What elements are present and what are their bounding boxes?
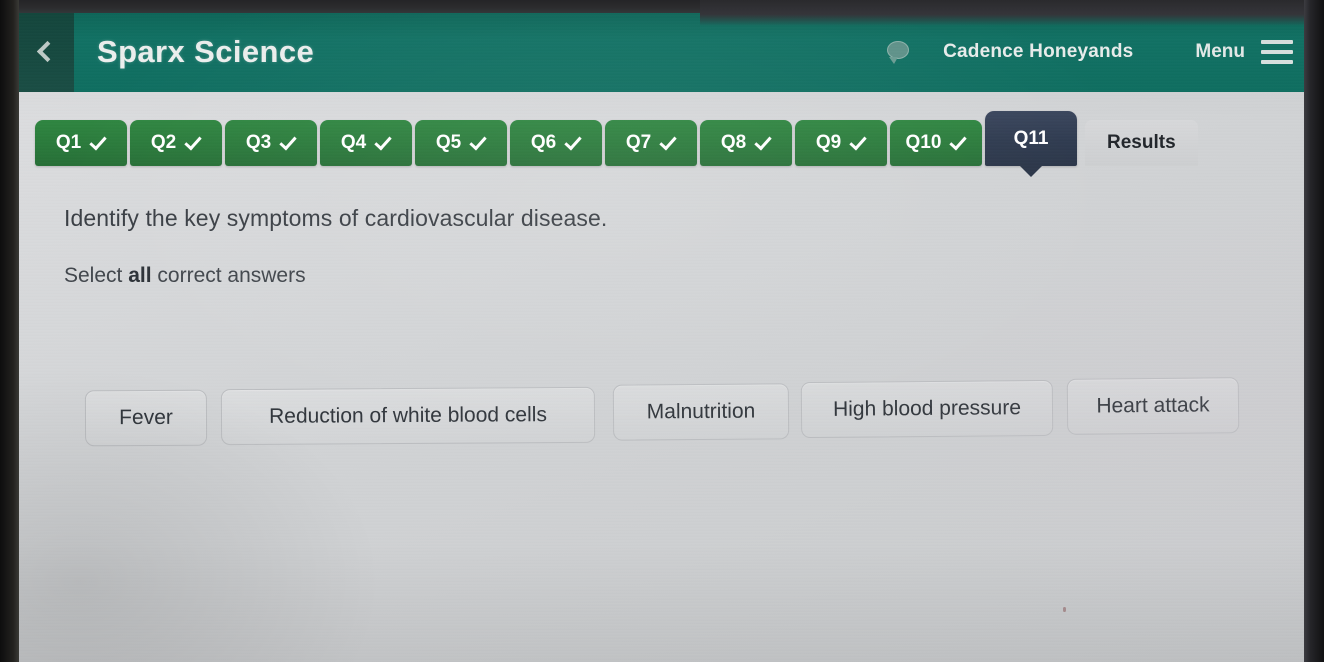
question-tab-label: Q9	[815, 132, 842, 153]
header-actions: Cadence Honeyands Menu	[885, 11, 1308, 92]
app-screen: Sparx Science Cadence Honeyands Menu Q1 Q…	[16, 11, 1308, 662]
answer-option[interactable]: Fever	[84, 389, 208, 447]
answer-option[interactable]: Reduction of white blood cells	[220, 386, 596, 446]
question-tab-q2[interactable]: Q2	[130, 120, 222, 166]
question-tab-q6[interactable]: Q6	[510, 120, 602, 166]
check-icon	[89, 132, 107, 150]
check-icon	[659, 132, 677, 150]
question-tab-label: Q11	[1013, 127, 1049, 149]
check-icon	[469, 132, 487, 150]
app-header: Sparx Science Cadence Honeyands Menu	[16, 11, 1308, 92]
question-tab-q7[interactable]: Q7	[605, 120, 697, 166]
active-tab-pointer	[1019, 165, 1043, 177]
select-instruction: Select all correct answers	[64, 264, 306, 288]
chevron-left-icon	[36, 40, 59, 63]
check-icon	[849, 132, 867, 150]
question-tab-label: Q2	[150, 132, 177, 153]
menu-button-label[interactable]: Menu	[1195, 41, 1245, 63]
question-tab-q3[interactable]: Q3	[225, 120, 317, 166]
photographed-screen: Sparx Science Cadence Honeyands Menu Q1 Q…	[0, 0, 1324, 662]
check-icon	[374, 132, 392, 150]
question-tab-strip: Q1 Q2 Q3 Q4 Q5 Q6 Q7 Q8 Q9 Q10 Q11 Results	[35, 111, 1198, 177]
page-title: Sparx Science	[97, 33, 315, 69]
question-tab-label: Q1	[55, 132, 82, 153]
question-tab-label: Q4	[340, 132, 367, 153]
question-tab-q10[interactable]: Q10	[890, 120, 982, 166]
back-button[interactable]	[16, 11, 74, 92]
answer-option[interactable]: High blood pressure	[800, 379, 1054, 439]
speech-bubble-icon[interactable]	[885, 40, 911, 64]
answer-option[interactable]: Heart attack	[1066, 377, 1240, 435]
question-tab-label: Q10	[905, 132, 942, 153]
question-tab-q9[interactable]: Q9	[795, 120, 887, 166]
speech-bubble-tail	[889, 56, 899, 64]
question-tab-q4[interactable]: Q4	[320, 120, 412, 166]
check-icon	[184, 132, 202, 150]
instruction-suffix: correct answers	[151, 264, 306, 287]
question-prompt: Identify the key symptoms of cardiovascu…	[64, 205, 608, 231]
question-tab-q5[interactable]: Q5	[415, 120, 507, 166]
question-tab-q1[interactable]: Q1	[35, 120, 127, 166]
check-icon	[949, 132, 968, 150]
instruction-emphasis: all	[128, 264, 152, 287]
answer-option[interactable]: Malnutrition	[612, 383, 790, 441]
answer-options: Fever Reduction of white blood cells Malnu…	[68, 310, 1268, 447]
user-name-label: Cadence Honeyands	[943, 40, 1134, 62]
results-tab[interactable]: Results	[1085, 120, 1198, 166]
check-icon	[754, 132, 772, 150]
question-tab-q11[interactable]: Q11	[985, 111, 1077, 177]
question-tab-label: Q8	[720, 132, 747, 153]
hamburger-line-3	[1261, 59, 1293, 64]
hamburger-icon[interactable]	[1261, 39, 1293, 64]
question-tab-label: Q7	[625, 132, 652, 153]
question-tab-label: Q5	[435, 132, 462, 153]
check-icon	[279, 132, 297, 150]
check-icon	[564, 132, 582, 150]
question-tab-q8[interactable]: Q8	[700, 120, 792, 166]
content-panel: Q1 Q2 Q3 Q4 Q5 Q6 Q7 Q8 Q9 Q10 Q11 Results Identify…	[16, 92, 1308, 662]
hamburger-line-1	[1261, 39, 1293, 44]
question-tab-label: Q6	[530, 132, 557, 153]
question-tab-label: Q3	[245, 132, 272, 153]
instruction-prefix: Select	[64, 264, 129, 287]
hamburger-line-2	[1261, 49, 1293, 54]
